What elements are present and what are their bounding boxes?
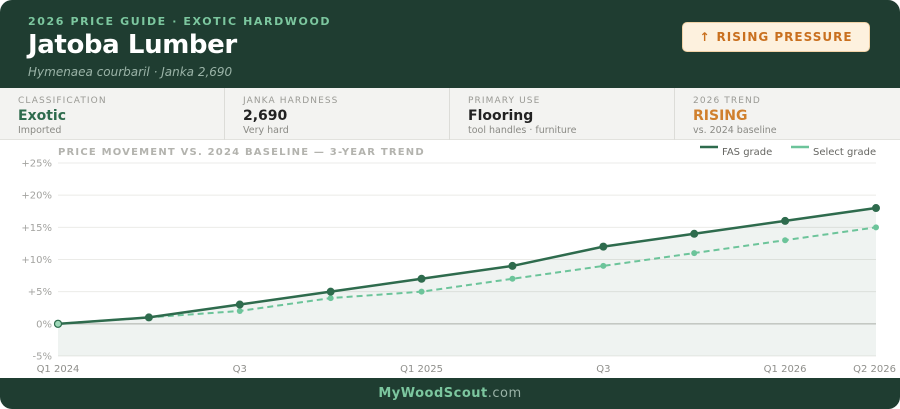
data-point-select — [782, 237, 789, 244]
x-tick-label: Q1 2025 — [400, 364, 443, 375]
fas-area-fill — [58, 208, 876, 356]
stat-classification: CLASSIFICATION Exotic Imported — [0, 88, 225, 140]
data-point-fas — [599, 242, 608, 251]
page-title: Jatoba Lumber — [28, 30, 237, 60]
legend-label-select: Select grade — [813, 147, 876, 158]
data-point-fas — [690, 229, 699, 238]
data-point-select — [873, 224, 879, 231]
x-tick-label: Q2 2026 — [853, 364, 896, 375]
stats-bar: CLASSIFICATION Exotic Imported JANKA HAR… — [0, 88, 900, 140]
stat-primary-use: PRIMARY USE Flooring tool handles · furn… — [450, 88, 675, 140]
stat-value: RISING — [693, 108, 748, 124]
y-tick-label: +10% — [21, 255, 52, 266]
trend-badge-label: RISING PRESSURE — [716, 30, 853, 44]
x-tick-label: Q3 — [233, 364, 247, 375]
stat-value: Flooring — [468, 108, 534, 124]
data-point-select — [509, 275, 516, 282]
y-tick-label: +5% — [28, 287, 52, 298]
stat-sub: Imported — [18, 125, 62, 136]
y-tick-label: +25% — [21, 159, 52, 170]
x-tick-label: Q1 2026 — [764, 364, 807, 375]
y-tick-label: +15% — [21, 223, 52, 234]
data-point-fas — [417, 274, 426, 283]
price-trend-chart: +25% +20% +15% +10% +5% 0% -5%Q1 2024 Q3 Q1 2025… — [21, 145, 896, 375]
data-point-fas — [781, 216, 790, 225]
stat-sub: Very hard — [243, 125, 289, 136]
stat-janka: JANKA HARDNESS 2,690 Very hard — [225, 88, 450, 140]
species-subtitle: Hymenaea courbaril · Janka 2,690 — [28, 65, 233, 79]
chart-title: PRICE MOVEMENT VS. 2024 BASELINE — 3-YEA… — [58, 147, 425, 158]
data-point-select — [600, 262, 607, 269]
price-guide-card: 2026 PRICE GUIDE · EXOTIC HARDWOOD Jatob… — [0, 0, 900, 409]
guide-kicker: 2026 PRICE GUIDE · EXOTIC HARDWOOD — [28, 15, 332, 28]
stat-trend: 2026 TREND RISING vs. 2024 baseline — [675, 88, 900, 140]
trend-badge: ↑ RISING PRESSURE — [682, 22, 870, 52]
data-point-fas — [144, 313, 153, 322]
x-tick-label: Q1 2024 — [37, 364, 80, 375]
data-point-fas — [508, 261, 517, 270]
brand-name: MyWoodScout — [378, 386, 488, 401]
data-point-fas — [326, 287, 335, 296]
data-point-select — [236, 307, 243, 314]
stat-label: CLASSIFICATION — [18, 96, 107, 106]
stat-sub: vs. 2024 baseline — [693, 125, 777, 136]
x-tick-label: Q3 — [596, 364, 610, 375]
arrow-up-icon: ↑ — [699, 30, 711, 44]
data-point-fas — [872, 204, 880, 213]
data-point-select — [327, 295, 334, 302]
y-tick-label: 0% — [36, 319, 52, 330]
y-tick-label: +20% — [21, 191, 52, 202]
stat-value: 2,690 — [243, 108, 288, 124]
brand-tld: .com — [487, 386, 522, 401]
stat-label: JANKA HARDNESS — [243, 96, 339, 106]
data-point-select — [691, 250, 698, 257]
data-point-fas — [235, 300, 244, 309]
stat-label: 2026 TREND — [693, 96, 761, 106]
data-point-fas — [53, 319, 63, 328]
footer: MyWoodScout .com — [0, 378, 900, 409]
stat-sub: tool handles · furniture — [468, 125, 577, 136]
header: 2026 PRICE GUIDE · EXOTIC HARDWOOD Jatob… — [0, 0, 900, 88]
stat-value: Exotic — [18, 108, 67, 124]
stat-label: PRIMARY USE — [468, 96, 541, 106]
data-point-select — [418, 288, 425, 295]
y-tick-label: -5% — [33, 352, 52, 363]
legend-label-fas: FAS grade — [722, 147, 772, 158]
